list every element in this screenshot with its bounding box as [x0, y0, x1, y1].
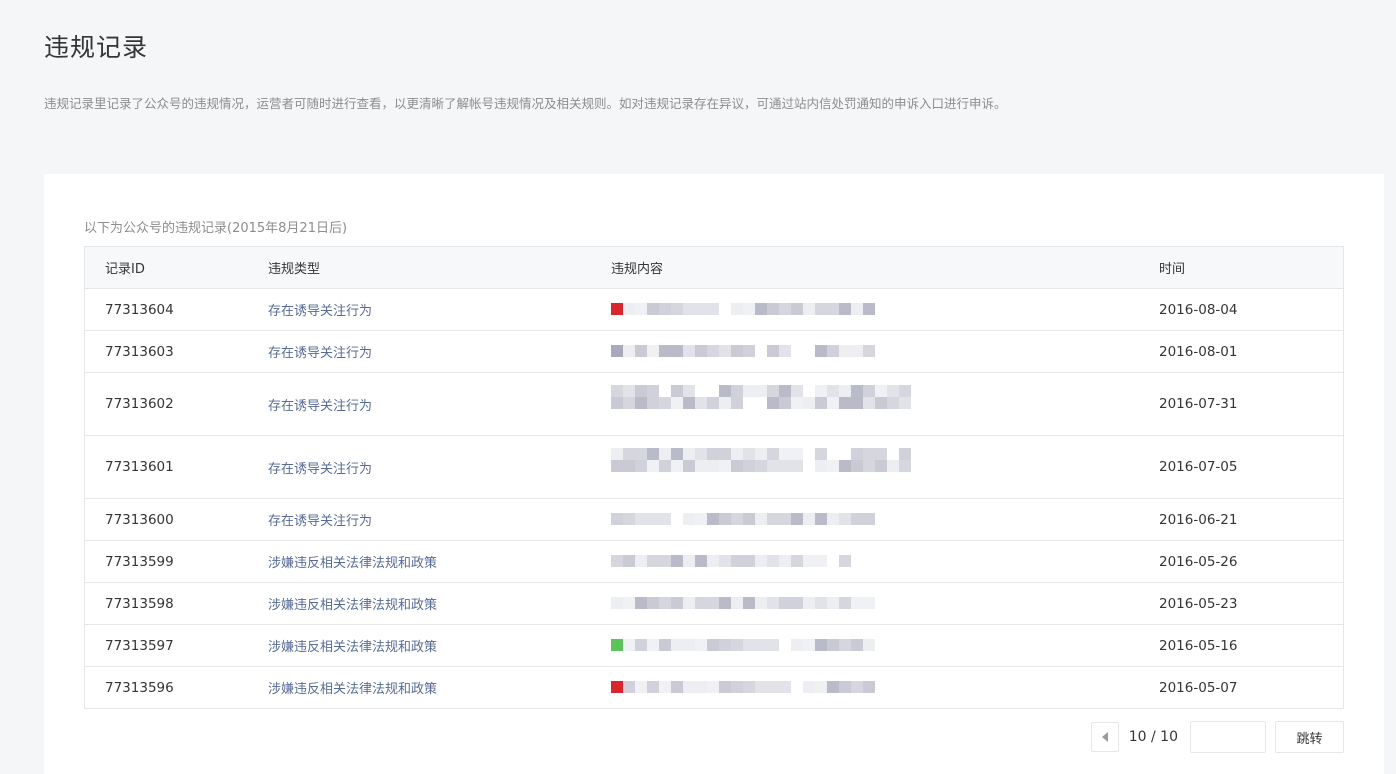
table-row: 77313596 涉嫌违反相关法律法规和政策 2016-05-07 [85, 667, 1343, 708]
record-id: 77313604 [105, 301, 174, 318]
violation-type: 涉嫌违反相关法律法规和政策 [268, 640, 438, 655]
page-title: 违规记录 [44, 33, 149, 62]
table-caption: 以下为公众号的违规记录(2015年8月21日后) [84, 221, 348, 236]
record-time: 2016-05-07 [1159, 679, 1238, 696]
violation-table: 记录ID 违规类型 违规内容 时间 77313604 存在诱导关注行为 2016-0… [84, 246, 1344, 709]
violation-type: 存在诱导关注行为 [268, 346, 373, 361]
chevron-left-icon [1101, 732, 1108, 742]
record-time: 2016-05-16 [1159, 637, 1238, 654]
table-row: 77313597 涉嫌违反相关法律法规和政策 2016-05-16 [85, 625, 1343, 667]
pagination: 10 / 10 跳转 [1090, 721, 1344, 753]
redacted-content [611, 639, 911, 651]
page-jump-input[interactable] [1190, 721, 1266, 753]
redacted-content [611, 448, 911, 472]
record-time: 2016-05-23 [1159, 595, 1238, 612]
jump-button[interactable]: 跳转 [1275, 721, 1344, 753]
record-id: 77313602 [105, 396, 174, 412]
record-id: 77313601 [105, 459, 174, 475]
record-time: 2016-08-01 [1159, 343, 1238, 360]
table-row: 77313600 存在诱导关注行为 2016-06-21 [85, 499, 1343, 541]
column-header-content: 违规内容 [611, 262, 664, 277]
redacted-content [611, 303, 911, 315]
records-card: 以下为公众号的违规记录(2015年8月21日后) 记录ID 违规类型 违规内容 … [44, 174, 1384, 774]
column-header-id: 记录ID [105, 262, 145, 277]
record-time: 2016-06-21 [1159, 511, 1238, 528]
page-indicator: 10 / 10 [1128, 729, 1178, 745]
column-header-time: 时间 [1159, 262, 1186, 277]
violation-type: 涉嫌违反相关法律法规和政策 [268, 556, 438, 571]
redacted-content [611, 597, 911, 609]
table-row: 77313598 涉嫌违反相关法律法规和政策 2016-05-23 [85, 583, 1343, 625]
table-body: 77313604 存在诱导关注行为 2016-08-04 77313603 存在诱导关注… [85, 289, 1343, 708]
prev-page-button[interactable] [1090, 722, 1119, 752]
table-row: 77313604 存在诱导关注行为 2016-08-04 [85, 289, 1343, 331]
record-time: 2016-05-26 [1159, 553, 1238, 570]
table-row: 77313603 存在诱导关注行为 2016-08-01 [85, 331, 1343, 373]
record-id: 77313603 [105, 343, 174, 360]
record-time: 2016-07-05 [1159, 459, 1238, 475]
record-time: 2016-07-31 [1159, 396, 1238, 412]
redacted-content [611, 385, 911, 409]
record-id: 77313598 [105, 595, 174, 612]
redacted-content [611, 555, 911, 567]
violation-type: 存在诱导关注行为 [268, 461, 373, 477]
redacted-content [611, 345, 911, 357]
record-id: 77313600 [105, 511, 174, 528]
table-row: 77313602 存在诱导关注行为 2016-07-31 [85, 373, 1343, 436]
violation-type: 存在诱导关注行为 [268, 304, 373, 319]
redacted-content [611, 513, 911, 525]
violation-type: 存在诱导关注行为 [268, 398, 373, 414]
table-header: 记录ID 违规类型 违规内容 时间 [85, 247, 1343, 289]
record-id: 77313599 [105, 553, 174, 570]
violation-type: 涉嫌违反相关法律法规和政策 [268, 682, 438, 697]
redacted-content [611, 681, 911, 693]
page-description: 违规记录里记录了公众号的违规情况，运营者可随时进行查看，以更清晰了解帐号违规情况… [44, 96, 1007, 111]
table-row: 77313601 存在诱导关注行为 2016-07-05 [85, 436, 1343, 499]
table-row: 77313599 涉嫌违反相关法律法规和政策 2016-05-26 [85, 541, 1343, 583]
violation-type: 涉嫌违反相关法律法规和政策 [268, 598, 438, 613]
column-header-type: 违规类型 [268, 262, 321, 277]
record-id: 77313596 [105, 679, 174, 696]
violation-type: 存在诱导关注行为 [268, 514, 373, 529]
record-time: 2016-08-04 [1159, 301, 1238, 318]
record-id: 77313597 [105, 637, 174, 654]
